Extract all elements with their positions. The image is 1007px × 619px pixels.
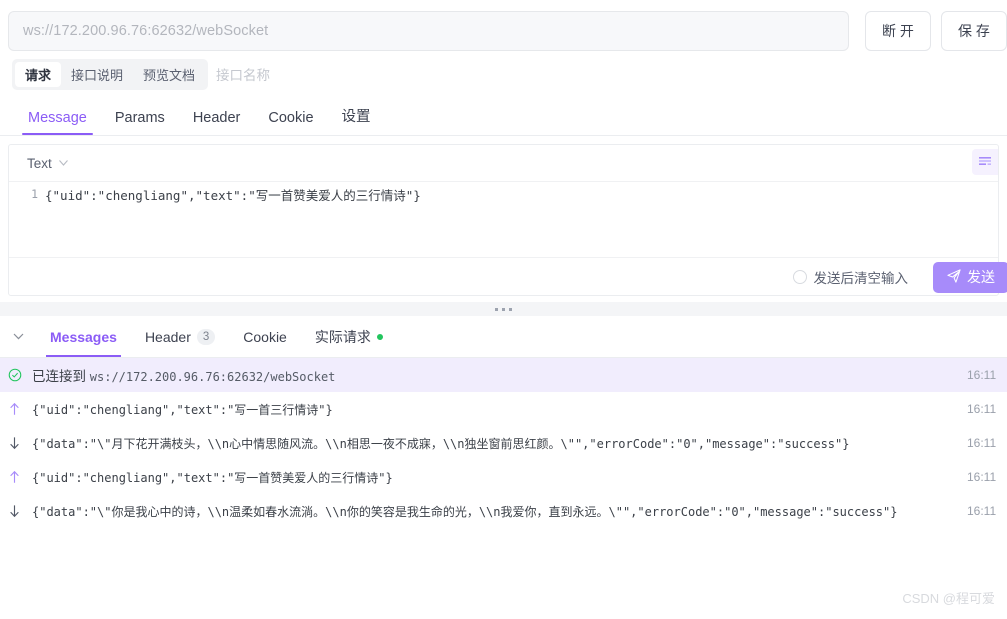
segment-item-preview-doc[interactable]: 预览文档 [133, 62, 205, 87]
api-name-input[interactable]: 接口名称 [216, 64, 270, 84]
segment-item-api-doc[interactable]: 接口说明 [61, 62, 133, 87]
bottom-tab-actual-request-label: 实际请求 [314, 328, 371, 345]
editor-line-1[interactable]: {"uid":"chengliang","text":"写一首赞美爱人的三行情诗… [45, 187, 998, 204]
view-mode-segmented-control: 请求 接口说明 预览文档 [12, 58, 209, 90]
clear-after-send-option[interactable]: 发送后清空输入 [792, 267, 909, 287]
editor-line-number: 1 [31, 187, 38, 201]
tab-message[interactable]: Message [14, 110, 101, 135]
drag-handle-icon [495, 307, 512, 311]
connected-url: ws://172.200.96.76:62632/webSocket [89, 370, 336, 384]
paper-plane-icon [947, 268, 961, 286]
send-bar: 发送后清空输入 发送 [9, 257, 1007, 296]
chevron-down-collapse-icon[interactable] [6, 325, 30, 349]
status-dot-icon [376, 333, 383, 340]
editor-lines: {"uid":"chengliang","text":"写一首赞美爱人的三行情诗… [45, 182, 998, 257]
response-tabs: Messages Header 3 Cookie 实际请求 [0, 316, 1007, 358]
bottom-tab-messages[interactable]: Messages [36, 316, 131, 357]
segment-item-request[interactable]: 请求 [15, 61, 62, 87]
editor-toolbar: Text [9, 145, 998, 181]
tab-settings[interactable]: 设置 [328, 105, 385, 135]
send-button[interactable]: 发送 [933, 261, 1007, 293]
message-row-received[interactable]: {"data":"\"月下花开满枝头，\\n心中情思随风流。\\n相思一夜不成寐… [0, 426, 1007, 460]
arrow-up-icon [8, 402, 32, 416]
bottom-tab-header-label: Header [144, 328, 191, 345]
message-row-received[interactable]: {"data":"\"你是我心中的诗，\\n温柔如春水流淌。\\n你的笑容是我生… [0, 494, 1007, 528]
request-tabs: Message Params Header Cookie 设置 [0, 96, 1007, 136]
message-content: {"uid":"chengliang","text":"写一首三行情诗"} [32, 402, 333, 417]
message-row-connected[interactable]: 已连接到 ws://172.200.96.76:62632/webSocket … [0, 358, 1007, 392]
message-timestamp: 16:11 [967, 368, 997, 382]
send-button-label: 发送 [967, 269, 995, 285]
connected-label: 已连接到 [32, 369, 86, 384]
arrow-down-icon [8, 436, 32, 450]
header-count-badge: 3 [196, 328, 216, 345]
message-content: {"uid":"chengliang","text":"写一首赞美爱人的三行情诗… [32, 470, 393, 485]
arrow-down-icon [8, 504, 32, 518]
bottom-tab-actual-request[interactable]: 实际请求 [301, 316, 397, 357]
message-timestamp: 16:11 [967, 436, 997, 450]
message-timestamp: 16:11 [967, 504, 997, 518]
body-type-select[interactable]: Text [27, 156, 68, 171]
bottom-tab-messages-label: Messages [50, 328, 117, 345]
message-editor-panel: Text 1 {"uid":"chengliang","text":"写一首赞美… [8, 144, 1007, 296]
view-mode-row: 请求 接口说明 预览文档 接口名称 [0, 52, 1007, 96]
websocket-debug-page: ws://172.200.96.76:62632/webSocket 断 开 保… [0, 0, 1007, 619]
clear-after-send-checkbox[interactable] [792, 270, 807, 284]
message-content: {"data":"\"你是我心中的诗，\\n温柔如春水流淌。\\n你的笑容是我生… [32, 504, 898, 519]
tab-cookie[interactable]: Cookie [254, 110, 327, 135]
save-button[interactable]: 保 存 [941, 11, 1007, 51]
bottom-tab-cookie-label: Cookie [243, 328, 287, 345]
websocket-url-placeholder: ws://172.200.96.76:62632/webSocket [23, 23, 269, 39]
bottom-tab-header[interactable]: Header 3 [131, 316, 229, 357]
body-type-label: Text [27, 155, 52, 171]
watermark: CSDN @程可爱 [902, 591, 995, 606]
code-editor[interactable]: 1 {"uid":"chengliang","text":"写一首赞美爱人的三行… [9, 181, 998, 257]
panel-splitter[interactable] [0, 302, 1007, 316]
websocket-url-input[interactable]: ws://172.200.96.76:62632/webSocket [8, 11, 849, 51]
arrow-up-icon [8, 470, 32, 484]
format-code-icon[interactable] [972, 149, 998, 175]
chevron-down-icon [58, 158, 68, 169]
tab-header[interactable]: Header [179, 110, 255, 135]
clear-after-send-label: 发送后清空输入 [813, 271, 909, 286]
top-connection-bar: ws://172.200.96.76:62632/webSocket 断 开 保… [0, 0, 1007, 52]
message-timestamp: 16:11 [967, 470, 997, 484]
circle-check-icon [8, 368, 32, 382]
message-timestamp: 16:11 [967, 402, 997, 416]
tab-params[interactable]: Params [101, 110, 179, 135]
disconnect-button[interactable]: 断 开 [865, 11, 931, 51]
message-row-sent[interactable]: {"uid":"chengliang","text":"写一首三行情诗"} 16… [0, 392, 1007, 426]
connected-message: 已连接到 ws://172.200.96.76:62632/webSocket [32, 365, 957, 385]
message-row-sent[interactable]: {"uid":"chengliang","text":"写一首赞美爱人的三行情诗… [0, 460, 1007, 494]
message-content: {"data":"\"月下花开满枝头，\\n心中情思随风流。\\n相思一夜不成寐… [32, 436, 850, 451]
message-log-list: 已连接到 ws://172.200.96.76:62632/webSocket … [0, 358, 1007, 528]
bottom-tab-cookie[interactable]: Cookie [229, 316, 301, 357]
